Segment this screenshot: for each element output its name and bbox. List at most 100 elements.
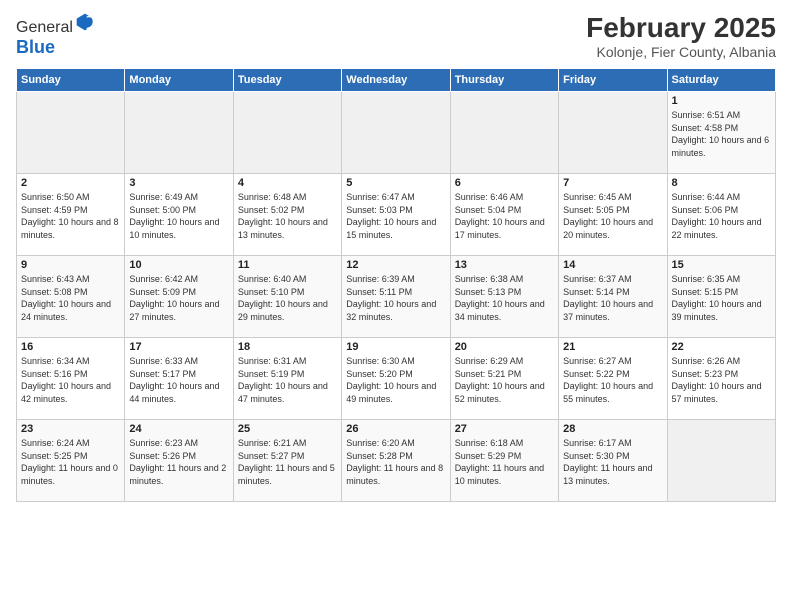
day-info: Sunrise: 6:51 AM Sunset: 4:58 PM Dayligh…	[672, 109, 771, 159]
table-row: 24 Sunrise: 6:23 AM Sunset: 5:26 PM Dayli…	[125, 420, 233, 502]
table-row: 25 Sunrise: 6:21 AM Sunset: 5:27 PM Dayli…	[233, 420, 341, 502]
day-info: Sunrise: 6:26 AM Sunset: 5:23 PM Dayligh…	[672, 355, 771, 405]
day-number: 11	[238, 259, 337, 271]
day-number: 16	[21, 341, 120, 353]
table-row: 7 Sunrise: 6:45 AM Sunset: 5:05 PM Daylig…	[559, 174, 667, 256]
title-block: February 2025 Kolonje, Fier County, Alba…	[586, 12, 776, 60]
day-number: 17	[129, 341, 228, 353]
col-sunday: Sunday	[17, 69, 125, 92]
day-info: Sunrise: 6:20 AM Sunset: 5:28 PM Dayligh…	[346, 437, 445, 487]
day-info: Sunrise: 6:40 AM Sunset: 5:10 PM Dayligh…	[238, 273, 337, 323]
table-row: 23Sunrise: 6:24 AM Sunset: 5:25 PM Dayli…	[17, 420, 125, 502]
day-number: 9	[21, 259, 120, 271]
day-number: 4	[238, 177, 337, 189]
day-number: 5	[346, 177, 445, 189]
day-info: Sunrise: 6:44 AM Sunset: 5:06 PM Dayligh…	[672, 191, 771, 241]
col-wednesday: Wednesday	[342, 69, 450, 92]
logo-general-text: General	[16, 19, 73, 36]
table-row: 1 Sunrise: 6:51 AM Sunset: 4:58 PM Daylig…	[667, 92, 775, 174]
table-row	[17, 92, 125, 174]
table-row	[559, 92, 667, 174]
table-row: 6 Sunrise: 6:46 AM Sunset: 5:04 PM Daylig…	[450, 174, 558, 256]
table-row: 3 Sunrise: 6:49 AM Sunset: 5:00 PM Daylig…	[125, 174, 233, 256]
table-row	[125, 92, 233, 174]
table-row: 21 Sunrise: 6:27 AM Sunset: 5:22 PM Dayli…	[559, 338, 667, 420]
day-number: 3	[129, 177, 228, 189]
logo-icon	[75, 12, 95, 32]
table-row: 19 Sunrise: 6:30 AM Sunset: 5:20 PM Dayli…	[342, 338, 450, 420]
day-number: 12	[346, 259, 445, 271]
day-info: Sunrise: 6:34 AM Sunset: 5:16 PM Dayligh…	[21, 355, 120, 405]
day-number: 19	[346, 341, 445, 353]
table-row: 20 Sunrise: 6:29 AM Sunset: 5:21 PM Dayli…	[450, 338, 558, 420]
calendar-header-row: Sunday Monday Tuesday Wednesday Thursday…	[17, 69, 776, 92]
day-number: 8	[672, 177, 771, 189]
table-row: 5 Sunrise: 6:47 AM Sunset: 5:03 PM Daylig…	[342, 174, 450, 256]
col-thursday: Thursday	[450, 69, 558, 92]
table-row	[233, 92, 341, 174]
day-info: Sunrise: 6:27 AM Sunset: 5:22 PM Dayligh…	[563, 355, 662, 405]
table-row: 9 Sunrise: 6:43 AM Sunset: 5:08 PM Daylig…	[17, 256, 125, 338]
day-info: Sunrise: 6:18 AM Sunset: 5:29 PM Dayligh…	[455, 437, 554, 487]
day-info: Sunrise: 6:47 AM Sunset: 5:03 PM Dayligh…	[346, 191, 445, 241]
day-info: Sunrise: 6:21 AM Sunset: 5:27 PM Dayligh…	[238, 437, 337, 487]
calendar-week-row: 9 Sunrise: 6:43 AM Sunset: 5:08 PM Daylig…	[17, 256, 776, 338]
day-info: Sunrise: 6:46 AM Sunset: 5:04 PM Dayligh…	[455, 191, 554, 241]
table-row: 12 Sunrise: 6:39 AM Sunset: 5:11 PM Dayli…	[342, 256, 450, 338]
table-row: 27 Sunrise: 6:18 AM Sunset: 5:29 PM Dayli…	[450, 420, 558, 502]
col-tuesday: Tuesday	[233, 69, 341, 92]
day-info: Sunrise: 6:43 AM Sunset: 5:08 PM Dayligh…	[21, 273, 120, 323]
day-number: 22	[672, 341, 771, 353]
day-number: 24	[129, 423, 228, 435]
calendar-week-row: 23Sunrise: 6:24 AM Sunset: 5:25 PM Dayli…	[17, 420, 776, 502]
day-number: 28	[563, 423, 662, 435]
calendar-week-row: 2 Sunrise: 6:50 AM Sunset: 4:59 PM Daylig…	[17, 174, 776, 256]
calendar-week-row: 1 Sunrise: 6:51 AM Sunset: 4:58 PM Daylig…	[17, 92, 776, 174]
day-info: Sunrise: 6:30 AM Sunset: 5:20 PM Dayligh…	[346, 355, 445, 405]
logo-blue-text: Blue	[16, 37, 55, 57]
day-info: Sunrise: 6:48 AM Sunset: 5:02 PM Dayligh…	[238, 191, 337, 241]
day-number: 2	[21, 177, 120, 189]
day-info: Sunrise: 6:39 AM Sunset: 5:11 PM Dayligh…	[346, 273, 445, 323]
day-info: Sunrise: 6:17 AM Sunset: 5:30 PM Dayligh…	[563, 437, 662, 487]
table-row: 11 Sunrise: 6:40 AM Sunset: 5:10 PM Dayli…	[233, 256, 341, 338]
table-row: 26 Sunrise: 6:20 AM Sunset: 5:28 PM Dayli…	[342, 420, 450, 502]
day-number: 15	[672, 259, 771, 271]
day-number: 10	[129, 259, 228, 271]
day-info: Sunrise: 6:33 AM Sunset: 5:17 PM Dayligh…	[129, 355, 228, 405]
day-number: 27	[455, 423, 554, 435]
table-row: 4 Sunrise: 6:48 AM Sunset: 5:02 PM Daylig…	[233, 174, 341, 256]
day-info: Sunrise: 6:35 AM Sunset: 5:15 PM Dayligh…	[672, 273, 771, 323]
day-number: 6	[455, 177, 554, 189]
month-title: February 2025	[586, 12, 776, 44]
day-number: 1	[672, 95, 771, 107]
day-info: Sunrise: 6:45 AM Sunset: 5:05 PM Dayligh…	[563, 191, 662, 241]
day-info: Sunrise: 6:23 AM Sunset: 5:26 PM Dayligh…	[129, 437, 228, 487]
location-subtitle: Kolonje, Fier County, Albania	[586, 44, 776, 60]
day-info: Sunrise: 6:49 AM Sunset: 5:00 PM Dayligh…	[129, 191, 228, 241]
day-info: Sunrise: 6:29 AM Sunset: 5:21 PM Dayligh…	[455, 355, 554, 405]
day-number: 13	[455, 259, 554, 271]
calendar-table: Sunday Monday Tuesday Wednesday Thursday…	[16, 68, 776, 502]
day-number: 14	[563, 259, 662, 271]
day-number: 23	[21, 423, 120, 435]
logo: General Blue	[16, 12, 95, 58]
col-monday: Monday	[125, 69, 233, 92]
table-row: 15 Sunrise: 6:35 AM Sunset: 5:15 PM Dayli…	[667, 256, 775, 338]
table-row: 18Sunrise: 6:31 AM Sunset: 5:19 PM Dayli…	[233, 338, 341, 420]
day-number: 25	[238, 423, 337, 435]
table-row: 10 Sunrise: 6:42 AM Sunset: 5:09 PM Dayli…	[125, 256, 233, 338]
day-info: Sunrise: 6:50 AM Sunset: 4:59 PM Dayligh…	[21, 191, 120, 241]
day-info: Sunrise: 6:37 AM Sunset: 5:14 PM Dayligh…	[563, 273, 662, 323]
day-number: 7	[563, 177, 662, 189]
header: General Blue February 2025 Kolonje, Fier…	[16, 12, 776, 60]
col-friday: Friday	[559, 69, 667, 92]
day-number: 21	[563, 341, 662, 353]
col-saturday: Saturday	[667, 69, 775, 92]
day-number: 20	[455, 341, 554, 353]
day-number: 26	[346, 423, 445, 435]
table-row: 16 Sunrise: 6:34 AM Sunset: 5:16 PM Dayli…	[17, 338, 125, 420]
table-row	[450, 92, 558, 174]
calendar-week-row: 16 Sunrise: 6:34 AM Sunset: 5:16 PM Dayli…	[17, 338, 776, 420]
day-info: Sunrise: 6:42 AM Sunset: 5:09 PM Dayligh…	[129, 273, 228, 323]
